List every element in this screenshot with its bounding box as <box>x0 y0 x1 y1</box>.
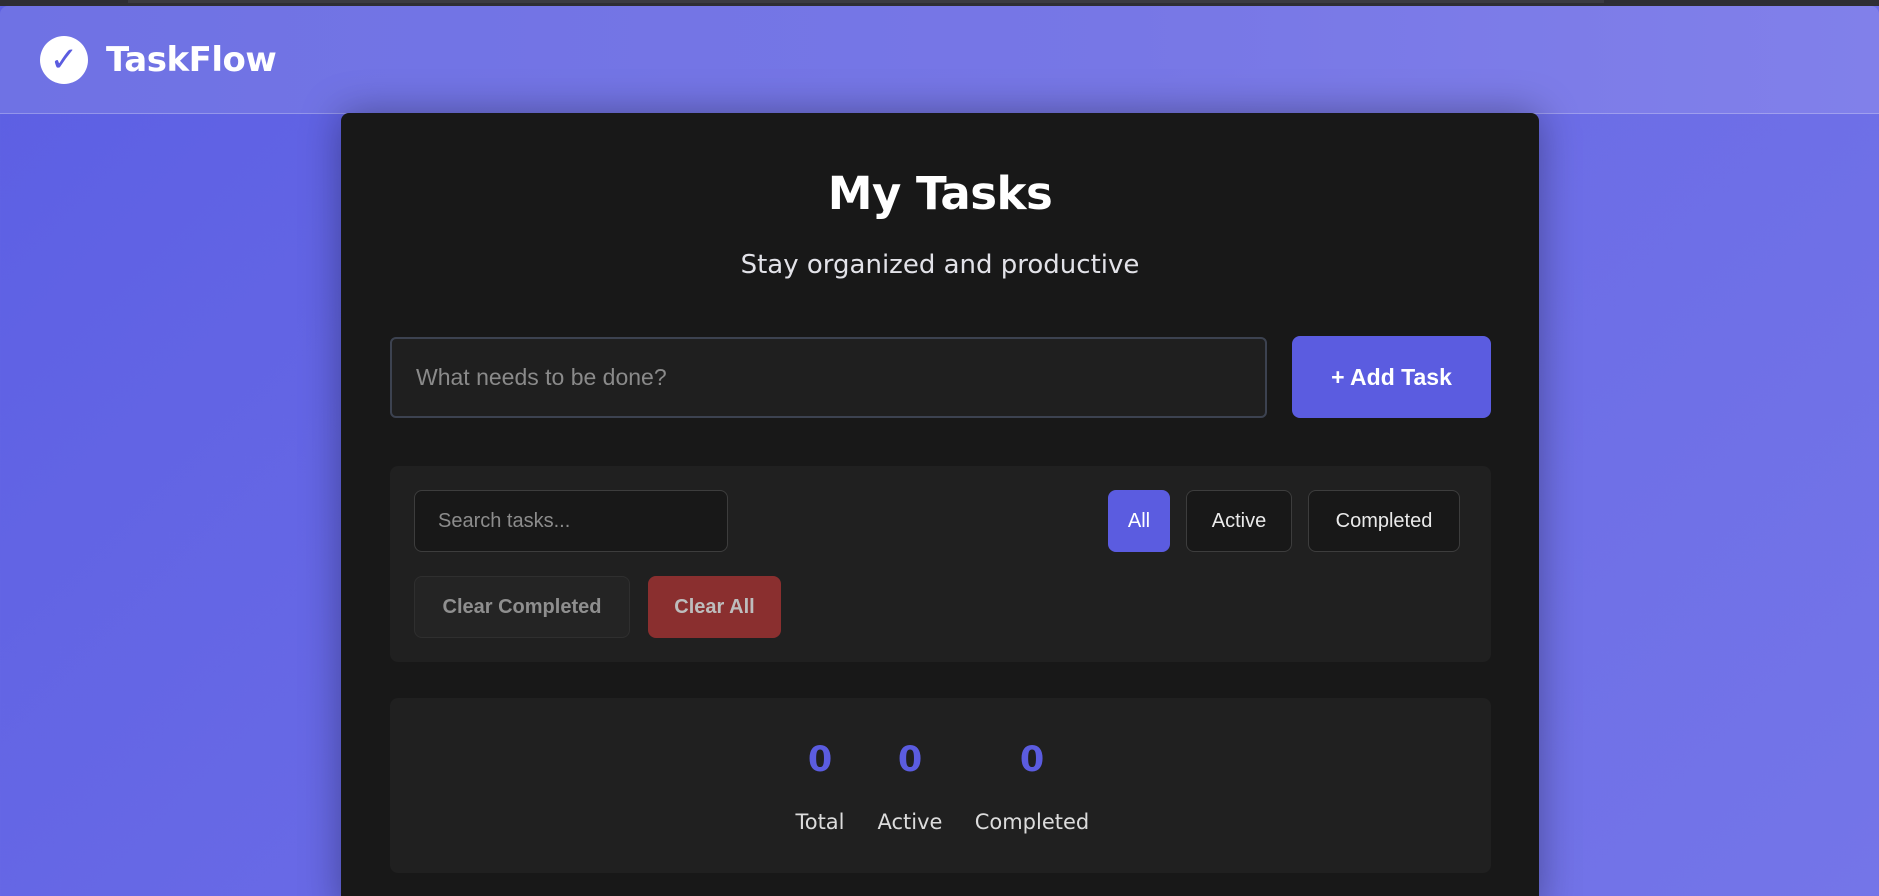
filter-completed-button[interactable]: Completed <box>1308 490 1460 552</box>
stat-completed-value: 0 <box>1019 740 1045 780</box>
stats-panel: 0 Total 0 Active 0 Completed <box>390 698 1491 873</box>
new-task-input[interactable] <box>390 337 1267 418</box>
stat-total-value: 0 <box>807 740 833 780</box>
stat-total: 0 Total <box>790 698 850 873</box>
search-input[interactable] <box>414 490 728 552</box>
stat-active-value: 0 <box>897 740 923 780</box>
filter-panel: All Active Completed Clear Completed Cle… <box>390 466 1491 662</box>
add-task-button[interactable]: + Add Task <box>1292 336 1491 418</box>
stat-total-label: Total <box>795 810 845 834</box>
tab-strip-line <box>128 0 1604 3</box>
checkmark-logo-icon: ✓ <box>40 35 88 84</box>
brand-name[interactable]: TaskFlow <box>106 40 277 80</box>
clear-all-button[interactable]: Clear All <box>648 576 781 638</box>
page-title: My Tasks <box>827 167 1053 220</box>
tasks-card: My Tasks Stay organized and productive +… <box>341 113 1539 896</box>
filter-active-button[interactable]: Active <box>1186 490 1292 552</box>
page-subtitle: Stay organized and productive <box>740 250 1140 280</box>
clear-completed-button[interactable]: Clear Completed <box>414 576 630 638</box>
stat-completed: 0 Completed <box>967 698 1097 873</box>
stat-active-label: Active <box>877 810 943 834</box>
filter-all-button[interactable]: All <box>1108 490 1170 552</box>
stat-completed-label: Completed <box>974 810 1090 834</box>
navbar: ✓ TaskFlow <box>0 6 1879 114</box>
stat-active: 0 Active <box>870 698 950 873</box>
